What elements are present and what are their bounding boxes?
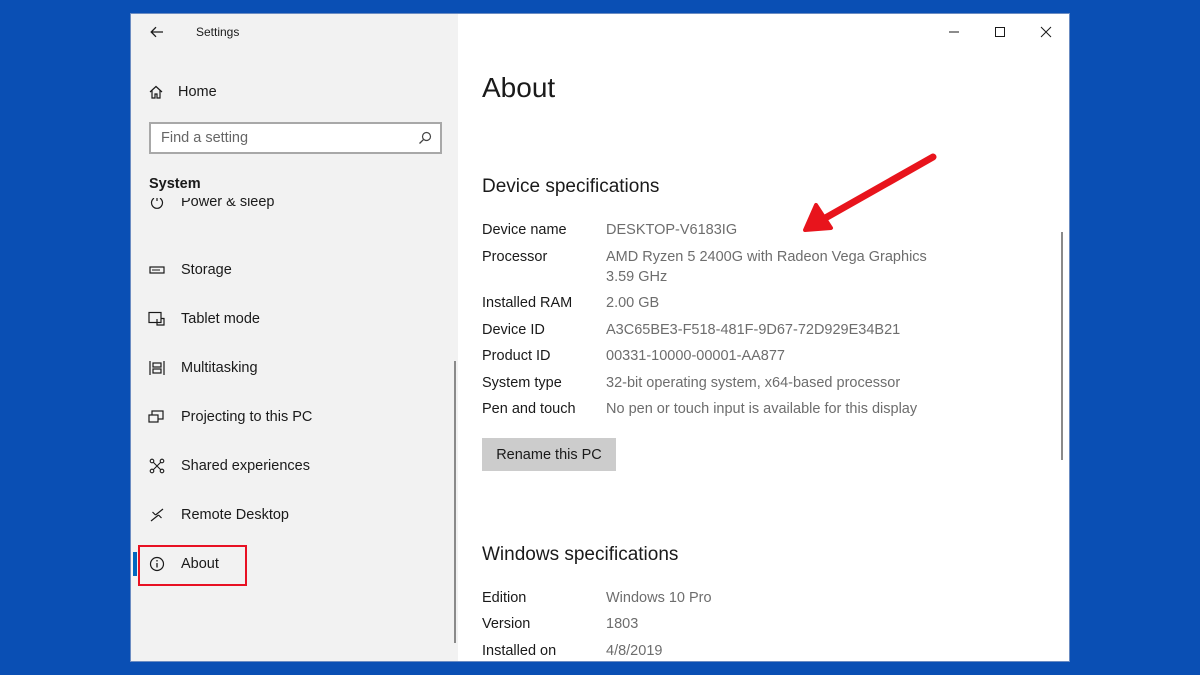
window-controls <box>931 14 1069 50</box>
sidebar-item-label: Tablet mode <box>181 311 260 327</box>
spec-value: A3C65BE3-F518-481F-9D67-72D929E34B21 <box>606 322 901 338</box>
power-icon <box>148 198 166 211</box>
spec-key: Version <box>482 616 531 632</box>
spec-value: 32-bit operating system, x64-based proce… <box>606 375 901 391</box>
sidebar-item-home[interactable]: Home <box>148 80 217 104</box>
spec-value: AMD Ryzen 5 2400G with Radeon Vega Graph… <box>606 249 927 265</box>
windows-specs-heading: Windows specifications <box>482 544 679 565</box>
annotation-arrow-icon <box>803 153 937 232</box>
back-button[interactable] <box>145 22 169 42</box>
back-arrow-icon <box>150 26 163 38</box>
settings-window: Settings Home System Power <box>130 13 1070 662</box>
sidebar-nav-list: Power & sleep Storage Tablet mode Multit… <box>131 198 451 661</box>
projecting-icon <box>148 408 166 426</box>
tablet-icon <box>148 310 166 328</box>
info-icon <box>148 555 166 573</box>
active-indicator <box>133 552 137 576</box>
spec-value: 1803 <box>606 616 639 632</box>
sidebar-item-label: Projecting to this PC <box>181 409 313 425</box>
spec-value: 00331-10000-00001-AA877 <box>606 348 785 364</box>
home-icon <box>149 85 163 99</box>
content-scrollbar[interactable] <box>1061 232 1063 460</box>
spec-key: Processor <box>482 249 548 265</box>
home-label: Home <box>178 84 217 100</box>
spec-value: No pen or touch input is available for t… <box>606 401 918 417</box>
sidebar-item-about[interactable]: About <box>131 544 451 586</box>
spec-value: Windows 10 Pro <box>606 590 712 606</box>
spec-key: Edition <box>482 590 527 606</box>
app-title: Settings <box>196 25 240 39</box>
rename-pc-button[interactable]: Rename this PC <box>482 438 616 471</box>
search-box[interactable] <box>149 122 442 154</box>
sidebar-item-storage[interactable]: Storage <box>131 250 451 290</box>
spec-key: Pen and touch <box>482 401 576 417</box>
close-button[interactable] <box>1023 14 1069 50</box>
sidebar-item-label: About <box>181 556 219 572</box>
minimize-icon <box>949 31 959 33</box>
spec-key: Device ID <box>482 322 545 338</box>
maximize-icon <box>995 27 1005 37</box>
sidebar-item-projecting[interactable]: Projecting to this PC <box>131 397 451 437</box>
spec-value: DESKTOP-V6183IG <box>606 222 738 238</box>
sidebar-item-tablet-mode[interactable]: Tablet mode <box>131 299 451 339</box>
multitasking-icon <box>148 359 166 377</box>
sidebar-item-label: Shared experiences <box>181 458 310 474</box>
spec-key: Device name <box>482 222 567 238</box>
content-pane: About Device specifications Device name … <box>458 14 1069 661</box>
sidebar-scrollbar[interactable] <box>454 361 456 643</box>
sidebar-item-label: Remote Desktop <box>181 507 289 523</box>
spec-value-line2: 3.59 GHz <box>606 269 668 285</box>
remote-desktop-icon <box>148 506 166 524</box>
sidebar-item-shared-experiences[interactable]: Shared experiences <box>131 446 451 486</box>
sidebar-item-label: Storage <box>181 262 232 278</box>
sidebar-item-remote-desktop[interactable]: Remote Desktop <box>131 495 451 535</box>
page-title: About <box>482 72 556 103</box>
search-input[interactable] <box>151 124 410 152</box>
spec-value: 4/8/2019 <box>606 643 663 659</box>
sidebar-item-label: Power & sleep <box>181 198 275 210</box>
sidebar-item-power-sleep[interactable]: Power & sleep <box>131 198 451 222</box>
maximize-button[interactable] <box>977 14 1023 50</box>
storage-icon <box>148 261 166 279</box>
section-label-system: System <box>149 176 201 192</box>
spec-key: Product ID <box>482 348 551 364</box>
spec-key: Installed RAM <box>482 295 573 311</box>
shared-icon <box>148 457 166 475</box>
sidebar-item-label: Multitasking <box>181 360 258 376</box>
titlebar-left: Settings <box>131 14 458 50</box>
spec-key: System type <box>482 375 562 391</box>
device-specs-heading: Device specifications <box>482 176 660 197</box>
close-icon <box>1040 26 1052 38</box>
spec-value: 2.00 GB <box>606 295 660 311</box>
spec-key: Installed on <box>482 643 557 659</box>
minimize-button[interactable] <box>931 14 977 50</box>
sidebar: Settings Home System Power <box>131 14 458 661</box>
search-icon[interactable] <box>410 124 440 152</box>
sidebar-item-multitasking[interactable]: Multitasking <box>131 348 451 388</box>
